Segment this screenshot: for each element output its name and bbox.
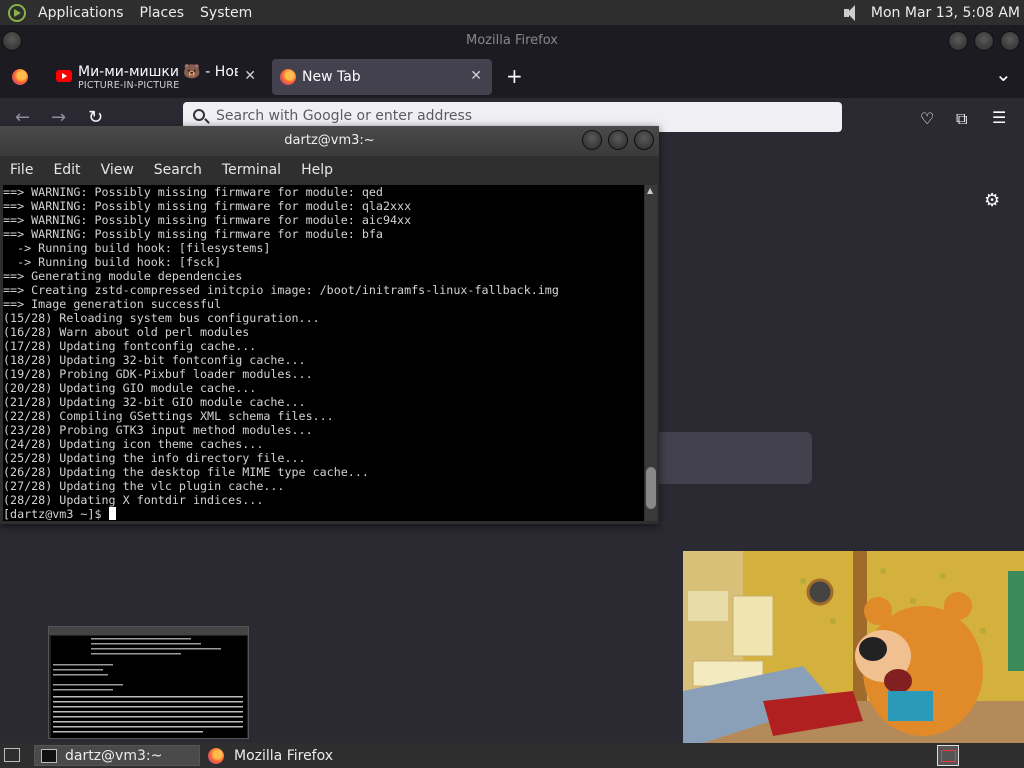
video-frame xyxy=(683,551,1024,743)
workspace-switcher[interactable] xyxy=(937,745,959,766)
terminal-icon xyxy=(41,748,57,763)
pocket-icon[interactable]: ♡ xyxy=(920,109,934,128)
terminal-line: (18/28) Updating 32-bit fontconfig cache… xyxy=(3,353,306,367)
taskbar-item-terminal[interactable]: dartz@vm3:~ xyxy=(34,745,200,766)
terminal-line: ==> WARNING: Possibly missing firmware f… xyxy=(3,227,383,241)
menu-help[interactable]: Help xyxy=(291,162,343,178)
terminal-line: ==> Image generation successful xyxy=(3,297,222,311)
terminal-line: -> Running build hook: [filesystems] xyxy=(3,241,271,255)
taskbar-label: dartz@vm3:~ xyxy=(65,747,163,764)
youtube-icon xyxy=(56,70,72,82)
tab-close-icon[interactable]: ✕ xyxy=(470,68,482,84)
volume-icon[interactable] xyxy=(843,4,861,22)
menu-search[interactable]: Search xyxy=(144,162,212,178)
extensions-icon[interactable]: ⧉ xyxy=(956,109,967,129)
close-button[interactable] xyxy=(1000,31,1020,51)
taskbar-item-firefox[interactable]: Mozilla Firefox xyxy=(202,745,402,766)
terminal-line: (25/28) Updating the info directory file… xyxy=(3,451,306,465)
bottom-panel: dartz@vm3:~ Mozilla Firefox xyxy=(0,743,1024,768)
search-icon xyxy=(193,109,205,121)
terminal-line: ==> WARNING: Possibly missing firmware f… xyxy=(3,199,412,213)
terminal-line: ==> WARNING: Possibly missing firmware f… xyxy=(3,185,383,199)
terminal-line: (24/28) Updating icon theme caches... xyxy=(3,437,264,451)
forward-icon[interactable]: → xyxy=(51,107,66,128)
tab-new-tab[interactable]: New Tab ✕ xyxy=(272,59,492,95)
settings-gear-icon[interactable]: ⚙ xyxy=(984,190,1000,211)
terminal-line: ==> Generating module dependencies xyxy=(3,269,243,283)
terminal-line: (26/28) Updating the desktop file MIME t… xyxy=(3,465,369,479)
terminal-titlebar[interactable]: dartz@vm3:~ xyxy=(0,126,659,156)
tab-close-icon[interactable]: ✕ xyxy=(244,68,256,84)
scrollbar-thumb[interactable] xyxy=(646,467,656,509)
clock[interactable]: Mon Mar 13, 5:08 AM xyxy=(871,5,1020,21)
terminal-line: (28/28) Updating X fontdir indices... xyxy=(3,493,264,507)
show-desktop-icon[interactable] xyxy=(4,748,20,762)
terminal-maximize-button[interactable] xyxy=(608,130,628,150)
terminal-line: -> Running build hook: [fsck] xyxy=(3,255,222,269)
terminal-menubar: File Edit View Search Terminal Help xyxy=(0,156,659,184)
scroll-up-icon[interactable]: ▲ xyxy=(647,186,653,195)
firefox-view-icon[interactable] xyxy=(12,69,28,85)
tab-title: New Tab xyxy=(302,69,361,85)
terminal-line: (19/28) Probing GDK-Pixbuf loader module… xyxy=(3,367,313,381)
picture-in-picture-video[interactable] xyxy=(683,551,1024,743)
applications-menu[interactable]: Applications xyxy=(30,0,132,25)
window-preview-thumbnail[interactable] xyxy=(48,626,249,739)
terminal-scrollbar[interactable]: ▲ xyxy=(645,185,657,521)
terminal-line: (21/28) Updating 32-bit GIO module cache… xyxy=(3,395,306,409)
terminal-line: (22/28) Compiling GSettings XML schema f… xyxy=(3,409,334,423)
terminal-line: (23/28) Probing GTK3 input method module… xyxy=(3,423,313,437)
terminal-cursor xyxy=(108,507,116,520)
terminal-line: (27/28) Updating the vlc plugin cache... xyxy=(3,479,285,493)
list-tabs-icon[interactable]: ⌄ xyxy=(995,62,1012,86)
firefox-icon xyxy=(280,69,296,85)
terminal-minimize-button[interactable] xyxy=(582,130,602,150)
top-panel: Applications Places System Mon Mar 13, 5… xyxy=(0,0,1024,25)
url-placeholder: Search with Google or enter address xyxy=(216,108,473,124)
terminal-output[interactable]: ==> WARNING: Possibly missing firmware f… xyxy=(3,185,644,521)
menu-file[interactable]: File xyxy=(0,162,43,178)
app-menu-icon[interactable]: ☰ xyxy=(992,108,1006,127)
terminal-line: (16/28) Warn about old perl modules xyxy=(3,325,250,339)
terminal-line: ==> WARNING: Possibly missing firmware f… xyxy=(3,213,412,227)
firefox-titlebar: Mozilla Firefox xyxy=(0,25,1024,56)
terminal-line: ==> Creating zstd-compressed initcpio im… xyxy=(3,283,559,297)
thumbnail-menubar xyxy=(49,627,248,635)
places-menu[interactable]: Places xyxy=(132,0,193,25)
tab-youtube[interactable]: Ми-ми-мишки 🐻 - Новые с PICTURE-IN-PICTU… xyxy=(48,59,266,95)
terminal-line: (20/28) Updating GIO module cache... xyxy=(3,381,257,395)
thumbnail-content xyxy=(53,638,243,733)
terminal-line: (15/28) Reloading system bus configurati… xyxy=(3,311,320,325)
menu-view[interactable]: View xyxy=(91,162,144,178)
back-icon[interactable]: ← xyxy=(15,107,30,128)
thumbnail-terminal xyxy=(51,636,247,738)
terminal-line: (17/28) Updating fontconfig cache... xyxy=(3,339,257,353)
terminal-window: dartz@vm3:~ File Edit View Search Termin… xyxy=(0,126,659,524)
reload-icon[interactable]: ↻ xyxy=(88,107,103,128)
menu-edit[interactable]: Edit xyxy=(43,162,90,178)
window-menu-button[interactable] xyxy=(2,31,22,51)
taskbar-label: Mozilla Firefox xyxy=(234,747,334,764)
system-menu[interactable]: System xyxy=(192,0,260,25)
distro-logo-icon[interactable] xyxy=(8,3,26,22)
firefox-icon xyxy=(208,747,224,764)
minimize-button[interactable] xyxy=(948,31,968,51)
terminal-title: dartz@vm3:~ xyxy=(284,133,375,148)
new-tab-placeholder-tile xyxy=(650,432,812,484)
new-tab-button[interactable]: + xyxy=(506,64,523,88)
terminal-close-button[interactable] xyxy=(634,130,654,150)
maximize-button[interactable] xyxy=(974,31,994,51)
tab-subtitle: PICTURE-IN-PICTURE xyxy=(78,80,180,91)
tab-strip: Ми-ми-мишки 🐻 - Новые с PICTURE-IN-PICTU… xyxy=(0,56,1024,98)
tab-title: Ми-ми-мишки 🐻 - Новые с xyxy=(78,64,238,80)
terminal-prompt: [dartz@vm3 ~]$ xyxy=(3,507,644,521)
firefox-title: Mozilla Firefox xyxy=(466,33,558,48)
menu-terminal[interactable]: Terminal xyxy=(212,162,291,178)
